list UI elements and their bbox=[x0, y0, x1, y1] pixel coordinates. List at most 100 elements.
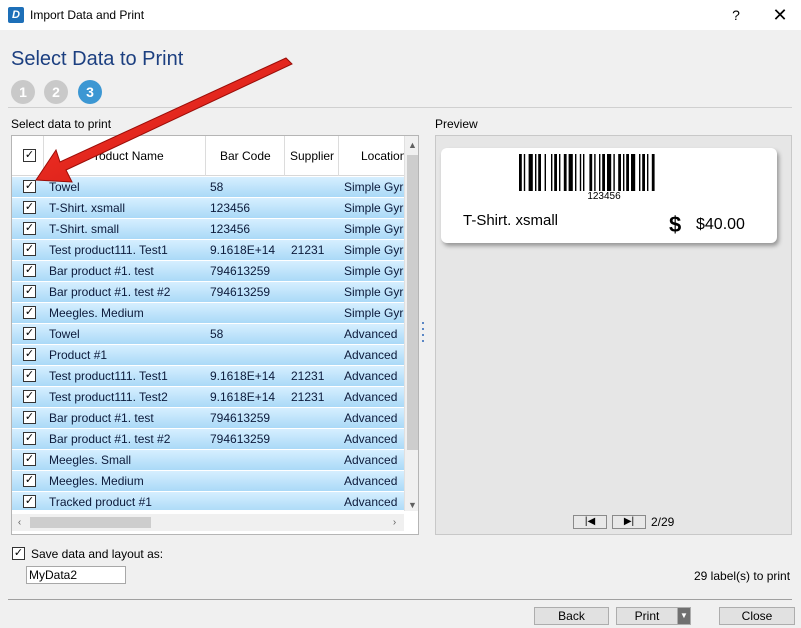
row-checkbox[interactable]: ✓ bbox=[23, 201, 36, 214]
label-preview-card: 123456 T-Shirt. xsmall $ $40.00 bbox=[441, 148, 777, 243]
row-checkbox[interactable]: ✓ bbox=[23, 222, 36, 235]
cell-product-name: Towel bbox=[49, 327, 80, 341]
cell-bar-code: 58 bbox=[210, 180, 224, 194]
row-checkbox[interactable]: ✓ bbox=[23, 369, 36, 382]
cell-location: Simple Gyr bbox=[344, 306, 404, 320]
column-header-bar-code[interactable]: Bar Code bbox=[206, 136, 285, 176]
vertical-scrollbar[interactable]: ▲ ▼ bbox=[404, 136, 418, 513]
cell-bar-code: 794613259 bbox=[210, 264, 271, 278]
back-button[interactable]: Back bbox=[534, 607, 609, 625]
table-row[interactable]: ✓ Bar product #1. test 794613259 Simple Gyr bbox=[12, 261, 404, 282]
column-header-product-name[interactable]: Product Name bbox=[44, 136, 206, 176]
cell-supplier bbox=[291, 408, 339, 429]
print-dropdown-arrow-icon[interactable]: ▼ bbox=[677, 608, 690, 624]
data-grid[interactable]: ✓ Product Name Bar Code Supplier Locatio… bbox=[11, 135, 419, 535]
table-row[interactable]: ✓ Test product111. Test1 9.1618E+14 21231 Si… bbox=[12, 240, 404, 261]
cell-bar-code: 9.1618E+14 bbox=[210, 369, 276, 383]
table-row[interactable]: ✓ Bar product #1. test 794613259 Advanced bbox=[12, 408, 404, 429]
table-row[interactable]: ✓ Bar product #1. test #2 794613259 Simple … bbox=[12, 282, 404, 303]
cell-location: Advanced bbox=[344, 432, 398, 446]
select-all-cell: ✓ bbox=[12, 136, 44, 176]
row-checkbox[interactable]: ✓ bbox=[23, 453, 36, 466]
save-name-input[interactable] bbox=[26, 566, 126, 584]
row-checkbox[interactable]: ✓ bbox=[23, 495, 36, 508]
title-bar: D Import Data and Print ? ✕ bbox=[0, 0, 801, 30]
scroll-up-arrow-icon[interactable]: ▲ bbox=[405, 138, 418, 153]
table-row[interactable]: ✓ Test product111. Test1 9.1618E+14 21231 Ad… bbox=[12, 366, 404, 387]
close-button[interactable]: Close bbox=[719, 607, 795, 625]
table-row[interactable]: ✓ T-Shirt. small 123456 Simple Gyr bbox=[12, 219, 404, 240]
row-checkbox[interactable]: ✓ bbox=[23, 474, 36, 487]
column-header-supplier[interactable]: Supplier bbox=[285, 136, 339, 176]
row-checkbox[interactable]: ✓ bbox=[23, 411, 36, 424]
step-1-indicator: 1 bbox=[11, 80, 35, 104]
table-row[interactable]: ✓ T-Shirt. xsmall 123456 Simple Gyr bbox=[12, 198, 404, 219]
cell-supplier bbox=[291, 429, 339, 450]
cell-location: Advanced bbox=[344, 411, 398, 425]
row-checkbox[interactable]: ✓ bbox=[23, 243, 36, 256]
cell-bar-code bbox=[210, 303, 285, 324]
cell-supplier bbox=[291, 324, 339, 345]
barcode-image bbox=[519, 154, 655, 191]
cell-bar-code bbox=[210, 492, 285, 510]
grid-header: ✓ Product Name Bar Code Supplier Locatio… bbox=[12, 136, 404, 176]
cell-bar-code: 123456 bbox=[210, 201, 251, 215]
table-row[interactable]: ✓ Product #1 Advanced bbox=[12, 345, 404, 366]
row-checkbox[interactable]: ✓ bbox=[23, 180, 36, 193]
cell-location: Advanced bbox=[344, 369, 398, 383]
save-data-checkbox[interactable]: ✓ bbox=[12, 547, 25, 560]
select-all-checkbox[interactable]: ✓ bbox=[23, 149, 36, 162]
print-button[interactable]: Print ▼ bbox=[616, 607, 691, 625]
help-button[interactable]: ? bbox=[726, 4, 746, 26]
cell-product-name: Bar product #1. test bbox=[49, 264, 154, 278]
row-checkbox[interactable]: ✓ bbox=[23, 306, 36, 319]
cell-product-name: Meegles. Small bbox=[49, 453, 132, 467]
labels-to-print-count: 29 label(s) to print bbox=[694, 569, 791, 583]
barcode-number: 123456 bbox=[587, 191, 621, 202]
table-row[interactable]: ✓ Towel 58 Advanced bbox=[12, 324, 404, 345]
row-checkbox[interactable]: ✓ bbox=[23, 390, 36, 403]
cell-location: Simple Gyr bbox=[344, 285, 404, 299]
cell-supplier: 21231 bbox=[291, 390, 325, 404]
row-checkbox[interactable]: ✓ bbox=[23, 285, 36, 298]
table-row[interactable]: ✓ Meegles. Medium Advanced bbox=[12, 471, 404, 492]
column-header-location[interactable]: Location bbox=[339, 136, 404, 176]
cell-product-name: Bar product #1. test bbox=[49, 411, 154, 425]
scroll-right-arrow-icon[interactable]: › bbox=[387, 514, 402, 531]
cell-location: Simple Gyr bbox=[344, 243, 404, 257]
table-row[interactable]: ✓ Meegles. Medium Simple Gyr bbox=[12, 303, 404, 324]
table-row[interactable]: ✓ Bar product #1. test #2 794613259 Advance… bbox=[12, 429, 404, 450]
scroll-left-arrow-icon[interactable]: ‹ bbox=[12, 514, 27, 531]
vertical-scroll-thumb[interactable] bbox=[407, 155, 418, 450]
table-row[interactable]: ✓ Test product111. Test2 9.1618E+14 21231 Ad… bbox=[12, 387, 404, 408]
cell-product-name: Bar product #1. test #2 bbox=[49, 285, 171, 299]
scroll-down-arrow-icon[interactable]: ▼ bbox=[405, 498, 418, 513]
cell-supplier bbox=[291, 219, 339, 240]
table-row[interactable]: ✓ Towel 58 Simple Gyr bbox=[12, 177, 404, 198]
row-checkbox[interactable]: ✓ bbox=[23, 348, 36, 361]
cell-product-name: Towel bbox=[49, 180, 80, 194]
row-checkbox[interactable]: ✓ bbox=[23, 264, 36, 277]
panel-splitter[interactable] bbox=[422, 322, 425, 348]
table-row[interactable]: ✓ Meegles. Small Advanced bbox=[12, 450, 404, 471]
horizontal-scroll-thumb[interactable] bbox=[30, 517, 151, 528]
horizontal-scrollbar[interactable]: ‹ › bbox=[12, 514, 404, 531]
dollar-icon: $ bbox=[669, 212, 682, 237]
next-label-button[interactable]: ▶| bbox=[612, 515, 646, 529]
cell-product-name: T-Shirt. small bbox=[49, 222, 120, 236]
cell-location: Advanced bbox=[344, 474, 398, 488]
label-product-name: T-Shirt. xsmall bbox=[463, 212, 559, 229]
window-close-button[interactable]: ✕ bbox=[768, 4, 792, 26]
cell-location: Simple Gyr bbox=[344, 222, 404, 236]
preview-panel: 123456 T-Shirt. xsmall $ $40.00 bbox=[435, 135, 792, 535]
row-checkbox[interactable]: ✓ bbox=[23, 432, 36, 445]
cell-location: Simple Gyr bbox=[344, 264, 404, 278]
label-price: $40.00 bbox=[696, 216, 745, 233]
save-data-label: Save data and layout as: bbox=[31, 547, 164, 561]
cell-location: Advanced bbox=[344, 348, 398, 362]
table-row[interactable]: ✓ Tracked product #1 Advanced bbox=[12, 492, 404, 510]
previous-label-button[interactable]: |◀ bbox=[573, 515, 607, 529]
cell-supplier bbox=[291, 282, 339, 303]
cell-product-name: Product #1 bbox=[49, 348, 108, 362]
row-checkbox[interactable]: ✓ bbox=[23, 327, 36, 340]
